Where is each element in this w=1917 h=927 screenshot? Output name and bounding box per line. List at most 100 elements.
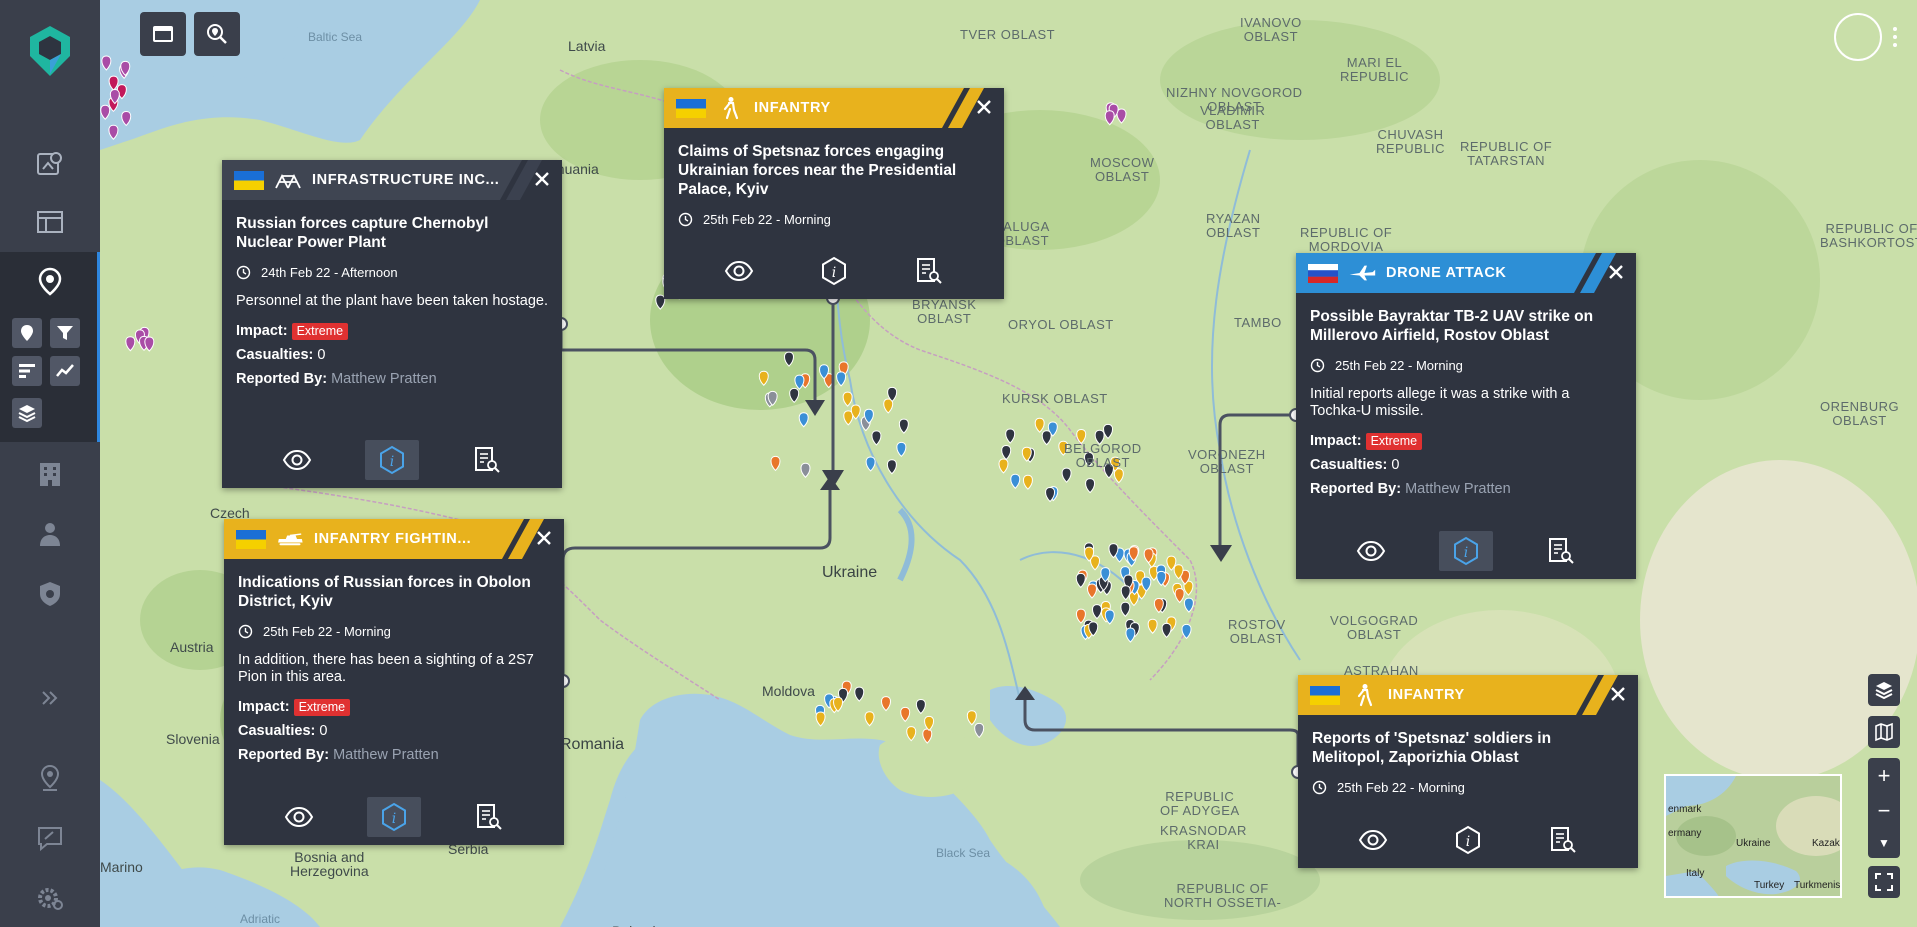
popup-actions: i bbox=[1298, 822, 1638, 858]
map-label: ORENBURG OBLAST bbox=[1820, 399, 1900, 428]
ukraine-flag-icon bbox=[1310, 685, 1340, 705]
map-label: Adriatic bbox=[240, 912, 281, 926]
app-logo-icon[interactable] bbox=[28, 26, 72, 76]
casualties-row: Casualties: 0 bbox=[236, 346, 548, 364]
buildings-icon[interactable] bbox=[32, 456, 68, 492]
info-button[interactable]: i bbox=[1438, 531, 1493, 571]
view-eye-icon bbox=[1357, 540, 1386, 562]
reported-label: Reported By: bbox=[236, 371, 328, 387]
basemap-button[interactable] bbox=[1868, 716, 1900, 748]
drone-icon bbox=[1348, 261, 1376, 285]
info-button[interactable]: i bbox=[366, 797, 421, 837]
svg-text:i: i bbox=[392, 811, 396, 827]
trend-chart-icon[interactable] bbox=[50, 356, 80, 386]
event-popup[interactable]: DRONE ATTACK Possible Bayraktar TB-2 UAV… bbox=[1296, 253, 1636, 579]
infrastructure-icon bbox=[274, 168, 302, 192]
reported-row: Reported By: Matthew Pratten bbox=[1310, 480, 1622, 498]
map-label: TAMBO bbox=[1234, 315, 1282, 330]
map-label: VLADIMIR OBLAST bbox=[1200, 103, 1266, 132]
event-popup[interactable]: INFANTRY Claims of Spetsnaz forces engag… bbox=[664, 88, 1004, 299]
event-date-text: 25th Feb 22 - Morning bbox=[1335, 358, 1463, 373]
close-icon[interactable] bbox=[1608, 684, 1628, 704]
sidebar bbox=[0, 0, 100, 927]
info-button[interactable]: i bbox=[1441, 820, 1495, 860]
bar-list-icon[interactable] bbox=[12, 356, 42, 386]
reporter-name[interactable]: Matthew Pratten bbox=[331, 371, 437, 387]
event-description: In addition, there has been a sighting o… bbox=[238, 652, 534, 685]
info-hex-icon: i bbox=[821, 256, 846, 286]
event-popup[interactable]: INFANTRY Reports of 'Spetsnaz' soldiers … bbox=[1298, 675, 1638, 868]
pin-filter-icon[interactable] bbox=[12, 318, 42, 348]
russia-flag-icon bbox=[1308, 263, 1338, 283]
map-label: BRYANSK OBLAST bbox=[912, 297, 977, 326]
info-button[interactable]: i bbox=[364, 440, 419, 480]
popup-actions: i bbox=[222, 440, 562, 480]
fullscreen-button[interactable] bbox=[1868, 866, 1900, 898]
layers-icon bbox=[1875, 682, 1893, 700]
person-icon[interactable] bbox=[32, 516, 68, 552]
view-button[interactable] bbox=[270, 440, 324, 480]
report-button[interactable] bbox=[902, 251, 956, 291]
more-options-icon[interactable] bbox=[1892, 26, 1898, 48]
clock-icon bbox=[1310, 358, 1325, 373]
report-button[interactable] bbox=[1536, 820, 1590, 860]
minimap-label: enmark bbox=[1668, 804, 1702, 815]
event-popup[interactable]: INFANTRY FIGHTIN... Indications of Russi… bbox=[224, 519, 564, 845]
impact-label: Impact: bbox=[236, 323, 288, 339]
zoom-in-button[interactable]: + bbox=[1878, 764, 1891, 787]
view-button[interactable] bbox=[1346, 820, 1400, 860]
map-label: Black Sea bbox=[936, 846, 991, 860]
svg-text:i: i bbox=[1466, 834, 1470, 850]
dashboard-layout-icon[interactable] bbox=[32, 204, 68, 240]
event-title: Reports of 'Spetsnaz' soldiers in Melito… bbox=[1312, 730, 1552, 766]
reporter-name[interactable]: Matthew Pratten bbox=[333, 747, 439, 763]
location-marker-icon[interactable] bbox=[32, 760, 68, 796]
expand-chevron-icon[interactable] bbox=[32, 680, 68, 716]
view-button[interactable] bbox=[272, 797, 326, 837]
map-events-icon[interactable] bbox=[32, 146, 68, 182]
event-date-text: 25th Feb 22 - Morning bbox=[703, 212, 831, 227]
report-button[interactable] bbox=[1534, 531, 1588, 571]
location-pin-active-icon[interactable] bbox=[32, 263, 68, 299]
report-button[interactable] bbox=[462, 797, 516, 837]
info-button[interactable]: i bbox=[807, 251, 861, 291]
impact-row: Impact: Extreme bbox=[1310, 432, 1622, 450]
close-icon[interactable] bbox=[1606, 262, 1626, 282]
ukraine-flag-icon bbox=[234, 170, 264, 190]
impact-label: Impact: bbox=[238, 699, 290, 715]
event-date: 25th Feb 22 - Morning bbox=[1312, 780, 1624, 795]
user-avatar[interactable] bbox=[1834, 13, 1882, 61]
overview-minimap[interactable]: enmark ermany Ukraine Kazak Italy Turkey… bbox=[1664, 774, 1842, 898]
map-label: Czech bbox=[210, 505, 250, 521]
map-label: ROSTOV OBLAST bbox=[1228, 617, 1286, 646]
zoom-out-button[interactable]: − bbox=[1878, 799, 1891, 822]
report-search-icon bbox=[916, 258, 942, 284]
close-icon[interactable] bbox=[532, 169, 552, 189]
close-icon[interactable] bbox=[534, 528, 554, 548]
casualties-value: 0 bbox=[319, 723, 328, 739]
view-button[interactable] bbox=[1344, 531, 1398, 571]
event-popup[interactable]: INFRASTRUCTURE INC... Russian forces cap… bbox=[222, 160, 562, 488]
map-label: REPUBLIC OF NORTH OSSETIA- bbox=[1164, 881, 1282, 910]
settings-gear-icon[interactable] bbox=[32, 880, 68, 916]
impact-badge: Extreme bbox=[291, 323, 349, 340]
event-title: Possible Bayraktar TB-2 UAV strike on Mi… bbox=[1310, 308, 1594, 344]
shield-icon[interactable] bbox=[32, 576, 68, 612]
map-label: MOSCOW OBLAST bbox=[1090, 155, 1155, 184]
map-label: KURSK OBLAST bbox=[1002, 391, 1108, 406]
report-button[interactable] bbox=[460, 440, 514, 480]
report-edit-icon[interactable] bbox=[32, 820, 68, 856]
layers-button[interactable] bbox=[1868, 674, 1900, 706]
layers-stack-icon[interactable] bbox=[12, 398, 42, 428]
map-search-button[interactable] bbox=[194, 12, 240, 56]
close-icon[interactable] bbox=[974, 97, 994, 117]
compass-icon[interactable]: ▼ bbox=[1878, 835, 1890, 851]
ukraine-flag-icon bbox=[236, 529, 266, 549]
view-button[interactable] bbox=[712, 251, 766, 291]
reporter-name[interactable]: Matthew Pratten bbox=[1405, 481, 1511, 497]
event-title: Indications of Russian forces in Obolon … bbox=[238, 574, 531, 610]
panel-toggle-button[interactable] bbox=[140, 12, 186, 56]
zoom-controls: + − ▼ bbox=[1868, 758, 1900, 858]
impact-row: Impact: Extreme bbox=[236, 322, 548, 340]
filter-funnel-icon[interactable] bbox=[50, 318, 80, 348]
